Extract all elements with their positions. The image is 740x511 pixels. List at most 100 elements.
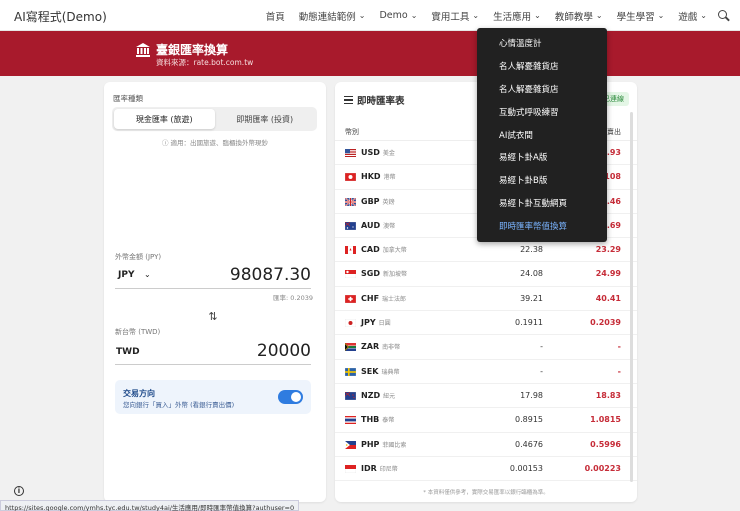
nav-item-label: Demo [379, 10, 408, 21]
currency-code-text: THB [361, 415, 380, 425]
buy-rate: 17.98 [520, 390, 543, 400]
dropdown-item-7[interactable]: 易經卜卦互動網頁 [477, 192, 607, 215]
dropdown-item-6[interactable]: 易經卜卦B版 [477, 169, 607, 192]
currency-code: PHP 菲國比索 [361, 440, 406, 449]
chevron-down-icon: ⌄ [410, 11, 418, 20]
trade-direction-toggle[interactable] [278, 390, 303, 404]
page-banner: 臺銀匯率換算 資料來源：rate.bot.com.tw [0, 31, 740, 76]
currency-name: 南非幣 [382, 344, 401, 352]
dropdown-item-5[interactable]: 易經卜卦A版 [477, 146, 607, 169]
twd-amount-field[interactable]: TWD 20000 [115, 341, 311, 365]
nav-item-label: 首頁 [265, 11, 285, 23]
chevron-down-icon: ⌄ [595, 11, 603, 20]
nav-item-label: 遊戲 [678, 11, 698, 23]
currency-code: THB 泰幣 [361, 415, 394, 424]
nav-item-0[interactable]: 首頁 [259, 9, 292, 23]
search-icon[interactable] [718, 9, 730, 22]
currency-name: 美金 [382, 150, 395, 157]
sell-rate: 0.00223 [584, 463, 621, 473]
currency-name: 瑞士法郎 [382, 295, 407, 303]
foreign-amount-field[interactable]: JPY ⌄ 98087.30 [115, 265, 311, 289]
table-row: SGD 新加坡幣 24.08 24.99 [335, 262, 637, 287]
nav-item-5[interactable]: 教師教學 ⌄ [548, 9, 610, 23]
flag-sg-icon [344, 270, 357, 279]
currency-code: USD 美金 [361, 148, 395, 157]
nav-item-3[interactable]: 實用工具 ⌄ [424, 9, 486, 23]
dropdown-item-8[interactable]: 即時匯率幣值換算 [477, 214, 607, 237]
twd-amount-label: 新台幣 (TWD) [115, 328, 161, 336]
scrollbar[interactable] [630, 112, 633, 482]
buy-rate: 0.8915 [515, 415, 543, 425]
rate-hint-text: 適用：出國旅遊、臨櫃換外幣現鈔 [170, 139, 269, 147]
flag-au-icon [344, 221, 357, 231]
site-brand[interactable]: AI寫程式(Demo) [14, 8, 107, 25]
currency-name: 印尼幣 [379, 465, 398, 473]
status-bar-url: https://sites.google.com/ymhs.tyc.edu.tw… [0, 500, 300, 511]
dropdown-item-1[interactable]: 名人解憂雜貨店 [477, 55, 607, 78]
list-icon [344, 96, 353, 104]
currency-code: ZAR 南非幣 [361, 342, 400, 351]
nav-item-label: 教師教學 [554, 11, 593, 23]
flag-nz-icon [344, 391, 357, 401]
currency-code: JPY 日圓 [361, 318, 391, 327]
foreign-amount-input[interactable]: 98087.30 [230, 265, 311, 285]
dropdown-item-2[interactable]: 名人解憂雜貨店 [477, 78, 607, 101]
currency-code-text: SGD [361, 269, 380, 279]
buy-rate: 0.1911 [515, 318, 543, 328]
buy-rate: 0.00153 [509, 463, 543, 473]
dropdown-item-3[interactable]: 互動式呼吸練習 [477, 100, 607, 123]
currency-code-text: ZAR [361, 342, 380, 352]
rates-title: 即時匯率表 [344, 93, 405, 107]
table-row: SEK 瑞典幣 - - [335, 360, 637, 384]
trade-direction-box: 交易方向 您向銀行「買入」外幣 (看銀行賣出價) [115, 380, 311, 414]
dropdown-item-0[interactable]: 心情溫度計 [477, 32, 607, 55]
chevron-down-icon[interactable]: ⌄ [144, 270, 151, 279]
col-sell: 賣出 [607, 128, 621, 136]
dropdown-item-4[interactable]: AI試衣間 [477, 123, 607, 146]
twd-amount-input[interactable]: 20000 [257, 341, 311, 361]
sell-rate: 0.5996 [590, 439, 621, 449]
rate-type-label: 匯率種類 [113, 94, 143, 103]
converter-card: 匯率種類 現金匯率 (旅遊) 即期匯率 (投資) ⓘ 適用：出國旅遊、臨櫃換外幣… [104, 82, 326, 502]
flag-jp-icon [344, 318, 357, 328]
tab-cash-rate[interactable]: 現金匯率 (旅遊) [114, 109, 215, 129]
flag-se-icon [344, 367, 357, 376]
currency-name: 菲國比索 [382, 441, 407, 449]
currency-code: CHF 瑞士法郎 [361, 294, 406, 303]
currency-name: 紐元 [383, 392, 396, 400]
info-icon[interactable]: i [14, 486, 24, 496]
table-row: ZAR 南非幣 - - [335, 335, 637, 360]
nav-item-label: 學生學習 [616, 11, 655, 23]
sell-rate: - [617, 342, 621, 352]
sell-rate: 23.29 [595, 245, 621, 255]
twd-currency: TWD [116, 347, 140, 357]
buy-rate: 39.21 [520, 293, 543, 303]
nav-item-1[interactable]: 動態連結範例 ⌄ [292, 9, 373, 23]
nav-item-label: 實用工具 [431, 11, 470, 23]
currency-name: 泰幣 [382, 417, 395, 425]
currency-name: 加拿大幣 [382, 247, 407, 255]
buy-rate: 24.08 [520, 269, 543, 279]
table-row: PHP 菲國比索 0.4676 0.5996 [335, 433, 637, 457]
sell-rate: 18.83 [595, 390, 621, 400]
currency-code-text: SEK [361, 366, 379, 376]
nav-item-4[interactable]: 生活應用 ⌄ [486, 9, 548, 23]
nav-menu: 首頁 動態連結範例 ⌄ Demo ⌄ 實用工具 ⌄ 生活應用 ⌄ 教師教學 ⌄ 學生學習 ⌄ 遊戲 ⌄ [259, 0, 730, 31]
currency-code-text: USD [361, 148, 380, 157]
top-nav: AI寫程式(Demo) 首頁 動態連結範例 ⌄ Demo ⌄ 實用工具 ⌄ 生活應用 ⌄ 教師教學… [0, 0, 740, 31]
currency-name: 日圓 [378, 320, 391, 328]
currency-select[interactable]: JPY [118, 270, 134, 280]
nav-item-7[interactable]: 遊戲 ⌄ [671, 9, 714, 23]
currency-name: 澳幣 [383, 222, 396, 230]
flag-us-icon [344, 148, 357, 158]
swap-icon[interactable]: ⇅ [205, 309, 221, 325]
trade-direction-title: 交易方向 [123, 389, 155, 398]
table-row: CHF 瑞士法郎 39.21 40.41 [335, 287, 637, 312]
nav-item-2[interactable]: Demo ⌄ [372, 10, 424, 21]
flag-ph-icon [344, 440, 357, 449]
rates-footnote: * 本資料僅供參考，實際交易匯率以銀行臨櫃為準。 [423, 490, 549, 496]
currency-code-text: CHF [361, 293, 380, 303]
tab-spot-rate[interactable]: 即期匯率 (投資) [215, 109, 316, 129]
buy-rate: 22.38 [520, 245, 543, 255]
nav-item-6[interactable]: 學生學習 ⌄ [610, 9, 672, 23]
